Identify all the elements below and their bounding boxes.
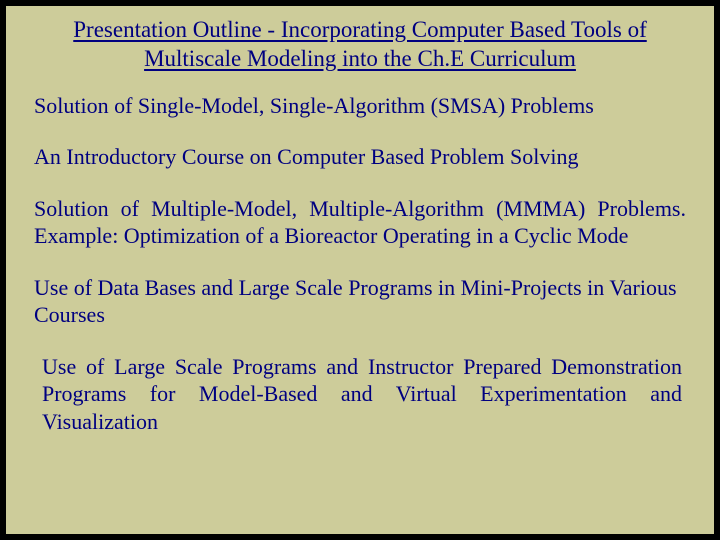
- slide-title: Presentation Outline - Incorporating Com…: [54, 16, 666, 74]
- outline-item-3: Solution of Multiple-Model, Multiple-Alg…: [34, 195, 686, 250]
- outline-item-1: Solution of Single-Model, Single-Algorit…: [34, 92, 686, 120]
- outline-item-5: Use of Large Scale Programs and Instruct…: [42, 353, 682, 436]
- outline-item-2: An Introductory Course on Computer Based…: [34, 143, 686, 171]
- slide-frame: Presentation Outline - Incorporating Com…: [0, 0, 720, 540]
- outline-item-4: Use of Data Bases and Large Scale Progra…: [34, 274, 686, 329]
